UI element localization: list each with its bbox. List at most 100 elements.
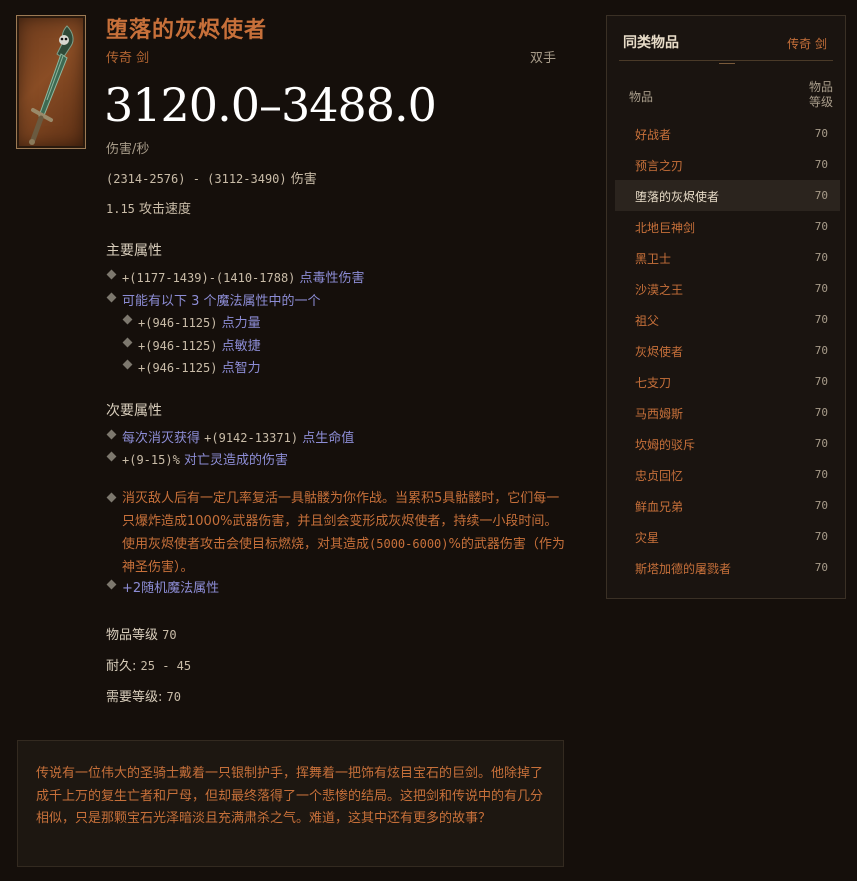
item-type: 传奇 剑 bbox=[106, 51, 150, 66]
list-item-level: 70 bbox=[814, 344, 828, 357]
list-item-level: 70 bbox=[814, 375, 828, 388]
attr-life-text-b: 点生命值 bbox=[302, 431, 355, 446]
list-item-name[interactable]: 祖父 bbox=[635, 312, 659, 329]
attr-strength-text: 点力量 bbox=[221, 316, 261, 331]
list-item-level: 70 bbox=[814, 530, 828, 543]
list-item[interactable]: 斯塔加德的屠戮者 70 bbox=[615, 552, 840, 583]
dps-label: 伤害/秒 bbox=[106, 142, 150, 157]
list-item-name[interactable]: 七支刀 bbox=[635, 374, 671, 391]
attr-undead-text: 对亡灵造成的伤害 bbox=[183, 453, 288, 468]
list-item-name[interactable]: 预言之刃 bbox=[635, 157, 683, 174]
column-header-level: 物品等级 bbox=[808, 80, 833, 109]
random-affixes: +2随机魔法属性 bbox=[122, 581, 220, 596]
list-item-name[interactable]: 坎姆的驳斥 bbox=[635, 436, 695, 453]
lore-box: 传说有一位伟大的圣骑士戴着一只银制护手，挥舞着一把饰有炫目宝石的巨剑。他除掉了成… bbox=[17, 740, 564, 867]
required-level-line: 需要等级: 70 bbox=[106, 686, 181, 705]
list-item-selected[interactable]: 堕落的灰烬使者 70 bbox=[615, 180, 840, 211]
list-item[interactable]: 预言之刃 70 bbox=[615, 149, 840, 180]
list-item[interactable]: 祖父 70 bbox=[615, 304, 840, 335]
durability-value: 25 - 45 bbox=[140, 659, 192, 673]
list-item[interactable]: 忠贞回忆 70 bbox=[615, 459, 840, 490]
attr-strength: +(946-1125) 点力量 bbox=[138, 312, 261, 331]
list-item[interactable]: 沙漠之王 70 bbox=[615, 273, 840, 304]
attr-undead-damage: +(9-15)% 对亡灵造成的伤害 bbox=[122, 449, 288, 468]
list-item-name[interactable]: 好战者 bbox=[635, 126, 671, 143]
item-handedness: 双手 bbox=[530, 51, 557, 66]
panel-title: 同类物品 bbox=[623, 35, 679, 51]
item-level-line: 物品等级 70 bbox=[106, 624, 177, 643]
list-item[interactable]: 七支刀 70 bbox=[615, 366, 840, 397]
list-item[interactable]: 马西姆斯 70 bbox=[615, 397, 840, 428]
list-item-level: 70 bbox=[814, 220, 828, 233]
list-item-name[interactable]: 鲜血兄弟 bbox=[635, 498, 683, 515]
attr-poison-value: +(1177-1439)-(1410-1788) bbox=[122, 271, 296, 285]
item-level-value: 70 bbox=[162, 628, 177, 642]
panel-category-link[interactable]: 传奇 剑 bbox=[787, 35, 827, 52]
diamond-bullet-icon bbox=[106, 292, 117, 303]
list-item-name[interactable]: 沙漠之王 bbox=[635, 281, 683, 298]
attr-life-per-kill: 每次消灭获得 +(9142-13371) 点生命值 bbox=[122, 427, 354, 446]
item-level-label: 物品等级 bbox=[106, 628, 159, 643]
list-item-level: 70 bbox=[814, 437, 828, 450]
list-item-level: 70 bbox=[814, 499, 828, 512]
list-item[interactable]: 黑卫士 70 bbox=[615, 242, 840, 273]
dps-value: 3120.0–3488.0 bbox=[104, 78, 437, 132]
item-name: 堕落的灰烬使者 bbox=[106, 18, 268, 43]
attr-undead-value: +(9-15)% bbox=[122, 453, 180, 467]
diamond-bullet-icon bbox=[106, 579, 117, 590]
legendary-sword-icon bbox=[29, 25, 74, 145]
attack-speed-line: 1.15 攻击速度 bbox=[106, 198, 191, 217]
damage-label: 伤害 bbox=[290, 172, 317, 187]
attr-poison: +(1177-1439)-(1410-1788) 点毒性伤害 bbox=[122, 267, 365, 286]
attr-life-value: +(9142-13371) bbox=[204, 431, 299, 445]
lore-text: 传说有一位伟大的圣骑士戴着一只银制护手，挥舞着一把饰有炫目宝石的巨剑。他除掉了成… bbox=[36, 766, 544, 826]
list-item-level: 70 bbox=[814, 127, 828, 140]
similar-items-panel: 同类物品 传奇 剑 物品 物品等级 好战者 70 预言之刃 70 堕落的灰烬使者 70… bbox=[606, 15, 846, 599]
list-item-level: 70 bbox=[814, 406, 828, 419]
attr-dexterity-value: +(946-1125) bbox=[138, 339, 218, 353]
diamond-bullet-icon bbox=[106, 451, 117, 462]
list-item[interactable]: 好战者 70 bbox=[615, 118, 840, 149]
list-item-name[interactable]: 堕落的灰烬使者 bbox=[635, 188, 719, 205]
list-item-level: 70 bbox=[814, 468, 828, 481]
required-level-label: 需要等级: bbox=[106, 690, 163, 705]
list-item[interactable]: 坎姆的驳斥 70 bbox=[615, 428, 840, 459]
list-item[interactable]: 北地巨神剑 70 bbox=[615, 211, 840, 242]
list-item-name[interactable]: 斯塔加德的屠戮者 bbox=[635, 560, 731, 577]
similar-items-list: 好战者 70 预言之刃 70 堕落的灰烬使者 70 北地巨神剑 70 黑卫士 70 沙漠之… bbox=[615, 118, 840, 583]
list-item-name[interactable]: 黑卫士 bbox=[635, 250, 671, 267]
diamond-bullet-icon bbox=[106, 492, 117, 503]
list-item-name[interactable]: 北地巨神剑 bbox=[635, 219, 695, 236]
list-item-level: 70 bbox=[814, 282, 828, 295]
item-thumbnail bbox=[16, 15, 86, 149]
list-item-level: 70 bbox=[814, 189, 828, 202]
attr-dexterity: +(946-1125) 点敏捷 bbox=[138, 335, 261, 354]
list-item[interactable]: 灰烬使者 70 bbox=[615, 335, 840, 366]
list-item-name[interactable]: 忠贞回忆 bbox=[635, 467, 683, 484]
diamond-bullet-icon bbox=[106, 429, 117, 440]
list-item[interactable]: 灾星 70 bbox=[615, 521, 840, 552]
list-item-level: 70 bbox=[814, 313, 828, 326]
legendary-power: 消灭敌人后有一定几率复活一具骷髅为你作战。当累积5具骷髅时，它们每一只爆炸造成1… bbox=[122, 488, 570, 579]
list-item-name[interactable]: 灾星 bbox=[635, 529, 659, 546]
attr-intelligence: +(946-1125) 点智力 bbox=[138, 357, 261, 376]
diamond-bullet-icon bbox=[122, 337, 133, 348]
attr-choice: 可能有以下 3 个魔法属性中的一个 bbox=[122, 294, 321, 309]
attr-life-text-a: 每次消灭获得 bbox=[122, 431, 201, 446]
damage-range: (2314-2576) - (3112-3490) bbox=[106, 172, 287, 186]
primary-title: 主要属性 bbox=[106, 243, 162, 259]
attack-speed-value: 1.15 bbox=[106, 202, 135, 216]
list-item[interactable]: 鲜血兄弟 70 bbox=[615, 490, 840, 521]
required-level-value: 70 bbox=[166, 690, 181, 704]
panel-divider bbox=[619, 60, 833, 61]
attr-intelligence-value: +(946-1125) bbox=[138, 361, 218, 375]
diamond-bullet-icon bbox=[106, 269, 117, 280]
list-item-name[interactable]: 马西姆斯 bbox=[635, 405, 683, 422]
list-item-level: 70 bbox=[814, 158, 828, 171]
attr-strength-value: +(946-1125) bbox=[138, 316, 218, 330]
attr-dexterity-text: 点敏捷 bbox=[221, 339, 261, 354]
legendary-power-value: (5000-6000) bbox=[369, 537, 449, 551]
list-item-name[interactable]: 灰烬使者 bbox=[635, 343, 683, 360]
attr-intelligence-text: 点智力 bbox=[221, 361, 261, 376]
damage-line: (2314-2576) - (3112-3490) 伤害 bbox=[106, 168, 317, 187]
